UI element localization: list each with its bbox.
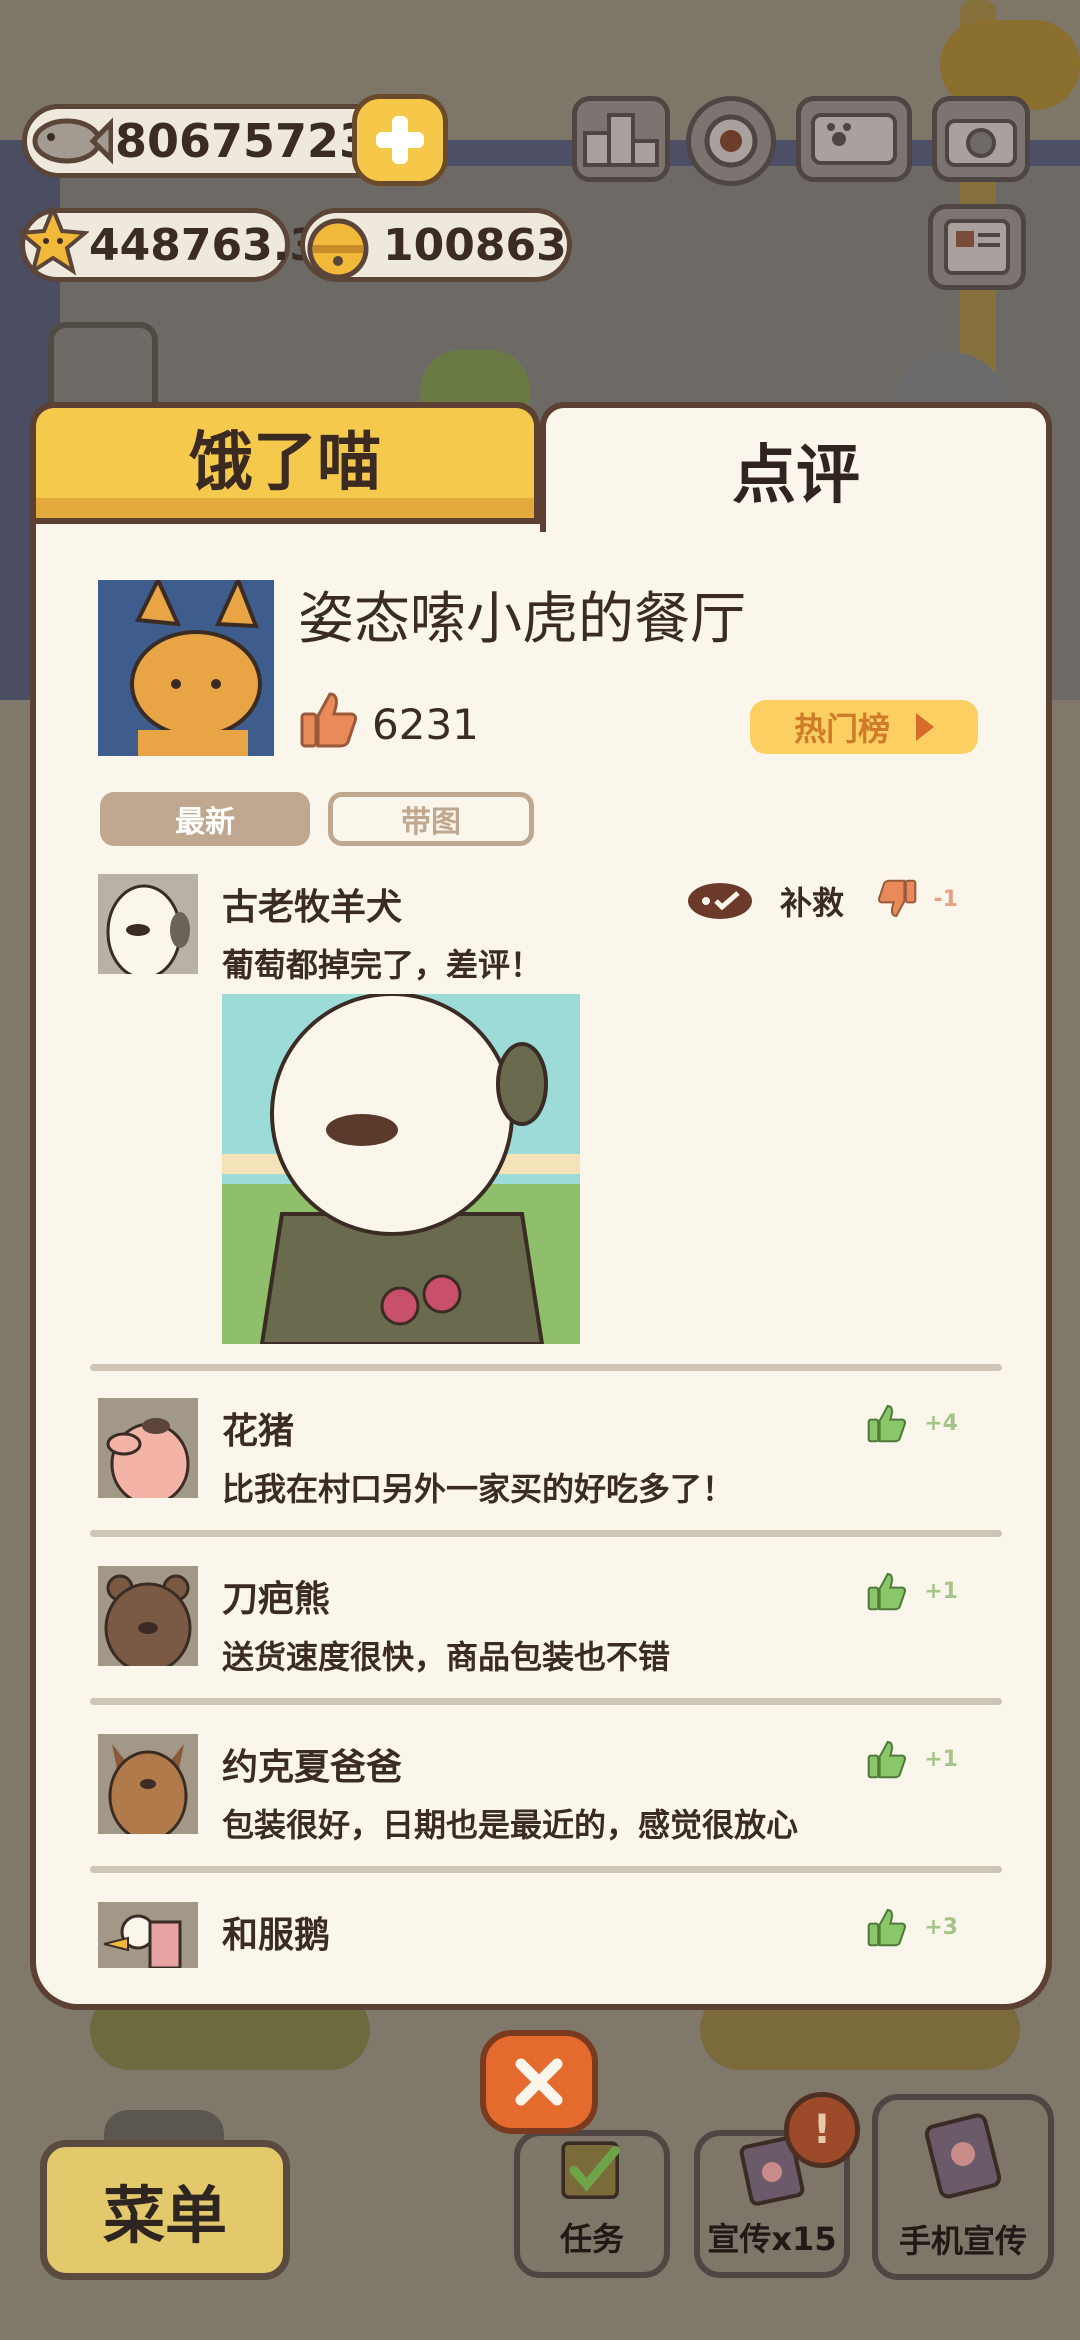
- notice-board-button[interactable]: [928, 204, 1026, 290]
- vote-count: +4: [924, 1410, 958, 1436]
- bear-avatar-icon: [98, 1566, 198, 1666]
- close-icon: [515, 2058, 563, 2106]
- review-text: 比我在村口另外一家买的好吃多了！: [222, 1470, 735, 1508]
- filter-with-image-label: 带图: [401, 805, 461, 840]
- reviewer-name: 花猪: [222, 1411, 295, 1452]
- cat-book-button[interactable]: [796, 96, 912, 182]
- thumbs-down-icon: [877, 879, 916, 917]
- sheepdog-cherry-photo: [222, 994, 580, 1344]
- yorkshire-dog-avatar-icon: [98, 1734, 198, 1834]
- tab-reviews-label: 点评: [732, 439, 860, 513]
- reviewer-avatar: [98, 1398, 198, 1498]
- likes-count: 6231: [372, 700, 479, 749]
- pig-avatar-icon: [98, 1398, 198, 1498]
- goose-avatar-icon: [98, 1902, 198, 1968]
- tab-reviews[interactable]: 点评: [540, 402, 1052, 532]
- reviewer-avatar: [98, 1566, 198, 1666]
- tab-ele-meow-label: 饿了喵: [189, 426, 381, 500]
- review-divider: [90, 1866, 1002, 1873]
- hot-ranking-label: 热门榜: [793, 710, 890, 748]
- hot-ranking-button[interactable]: 热门榜: [750, 700, 978, 754]
- filter-with-image-button[interactable]: 带图: [328, 792, 534, 846]
- rescue-action[interactable]: 补救: [686, 878, 844, 924]
- shop-building-icon: [48, 322, 158, 412]
- review-item: 古老牧羊犬 补救 -1 葡萄都掉完了，差评！: [98, 874, 1008, 1354]
- reviewer-avatar: [98, 874, 198, 974]
- vote-count: -1: [933, 886, 958, 912]
- shop-avatar: [98, 580, 274, 756]
- notice-board-icon: [944, 219, 1010, 275]
- bell-icon: [307, 218, 369, 280]
- review-text: 包装很好，日期也是最近的，感觉很放心: [222, 1806, 799, 1844]
- thumbs-up-icon: [867, 1405, 907, 1443]
- menu-label: 菜单: [102, 2179, 227, 2252]
- settings-gear-icon: [704, 114, 758, 168]
- phone-flyer-icon: [924, 2113, 1002, 2199]
- sheepdog-avatar-icon: [98, 874, 198, 974]
- settings-button[interactable]: [686, 96, 776, 186]
- menu-button[interactable]: 菜单: [40, 2140, 290, 2280]
- review-panel: 姿态嗦小虎的餐厅 6231 热门榜 最新 带图 古老牧羊犬 补救 -1 葡萄都掉…: [30, 518, 1052, 2010]
- reply-bubble-icon: [688, 883, 752, 919]
- reviewer-avatar: [98, 1902, 198, 1968]
- vote-count: +1: [924, 1746, 958, 1772]
- close-button[interactable]: [480, 2030, 598, 2134]
- bell-currency: 100863: [300, 208, 572, 282]
- review-vote[interactable]: -1: [876, 878, 958, 920]
- vote-count: +3: [924, 1914, 958, 1940]
- rescue-label: 补救: [780, 884, 845, 922]
- tab-ele-meow[interactable]: 饿了喵: [30, 402, 540, 520]
- promote-label: 宣传x15: [707, 2220, 837, 2258]
- filter-latest-button[interactable]: 最新: [100, 792, 310, 846]
- thumbs-up-icon: [300, 692, 358, 748]
- reviewer-name: 和服鹅: [222, 1915, 331, 1956]
- review-text: 葡萄都掉完了，差评！: [222, 946, 543, 984]
- review-vote[interactable]: +4: [866, 1402, 958, 1444]
- reviewer-name: 刀疤熊: [222, 1579, 331, 1620]
- task-button[interactable]: 任务: [514, 2130, 670, 2278]
- review-divider: [90, 1530, 1002, 1537]
- thumbs-up-icon: [867, 1741, 907, 1779]
- review-item: 花猪 +4 比我在村口另外一家买的好吃多了！: [98, 1398, 1008, 1508]
- review-item: 和服鹅 +3: [98, 1902, 1008, 1972]
- checklist-icon: [561, 2141, 620, 2199]
- fish-icon: [32, 117, 113, 165]
- reviewer-avatar: [98, 1734, 198, 1834]
- arrow-right-icon: [916, 713, 934, 741]
- star-currency: 448763.3: [17, 205, 320, 282]
- paw-book-icon: [811, 113, 897, 165]
- review-divider: [90, 1364, 1002, 1371]
- reviewer-name: 约克夏爸爸: [222, 1747, 403, 1788]
- camera-button[interactable]: [932, 96, 1030, 182]
- panel-divider: [36, 518, 546, 524]
- review-divider: [90, 1698, 1002, 1705]
- ranking-button[interactable]: [572, 96, 670, 182]
- phone-promote-label: 手机宣传: [898, 2222, 1027, 2260]
- star-icon: [17, 205, 89, 276]
- phone-promote-button[interactable]: 手机宣传: [872, 2094, 1054, 2280]
- review-photo[interactable]: [222, 994, 580, 1344]
- review-vote[interactable]: +3: [866, 1906, 958, 1948]
- shop-name: 姿态嗦小虎的餐厅: [298, 587, 746, 652]
- notification-badge-label: !: [812, 2107, 832, 2153]
- bell-count: 100863: [383, 219, 567, 271]
- review-item: 刀疤熊 +1 送货速度很快，商品包装也不错: [98, 1566, 1008, 1676]
- thumbs-up-icon: [867, 1909, 907, 1947]
- plus-icon: [376, 116, 424, 164]
- star-count: 448763.3: [89, 219, 321, 271]
- add-currency-button[interactable]: [352, 94, 448, 186]
- tiger-cat-avatar-icon: [98, 580, 274, 756]
- task-label: 任务: [559, 2220, 624, 2258]
- camera-icon: [945, 119, 1017, 167]
- review-item: 约克夏爸爸 +1 包装很好，日期也是最近的，感觉很放心: [98, 1734, 1008, 1844]
- filter-latest-label: 最新: [175, 805, 235, 840]
- review-vote[interactable]: +1: [866, 1738, 958, 1780]
- thumbs-up-icon: [867, 1573, 907, 1611]
- reviewer-name: 古老牧羊犬: [222, 887, 403, 928]
- ranking-icon: [583, 113, 659, 167]
- notification-badge: !: [784, 2092, 860, 2168]
- review-vote[interactable]: +1: [866, 1570, 958, 1612]
- review-text: 送货速度很快，商品包装也不错: [222, 1638, 671, 1676]
- vote-count: +1: [924, 1578, 958, 1604]
